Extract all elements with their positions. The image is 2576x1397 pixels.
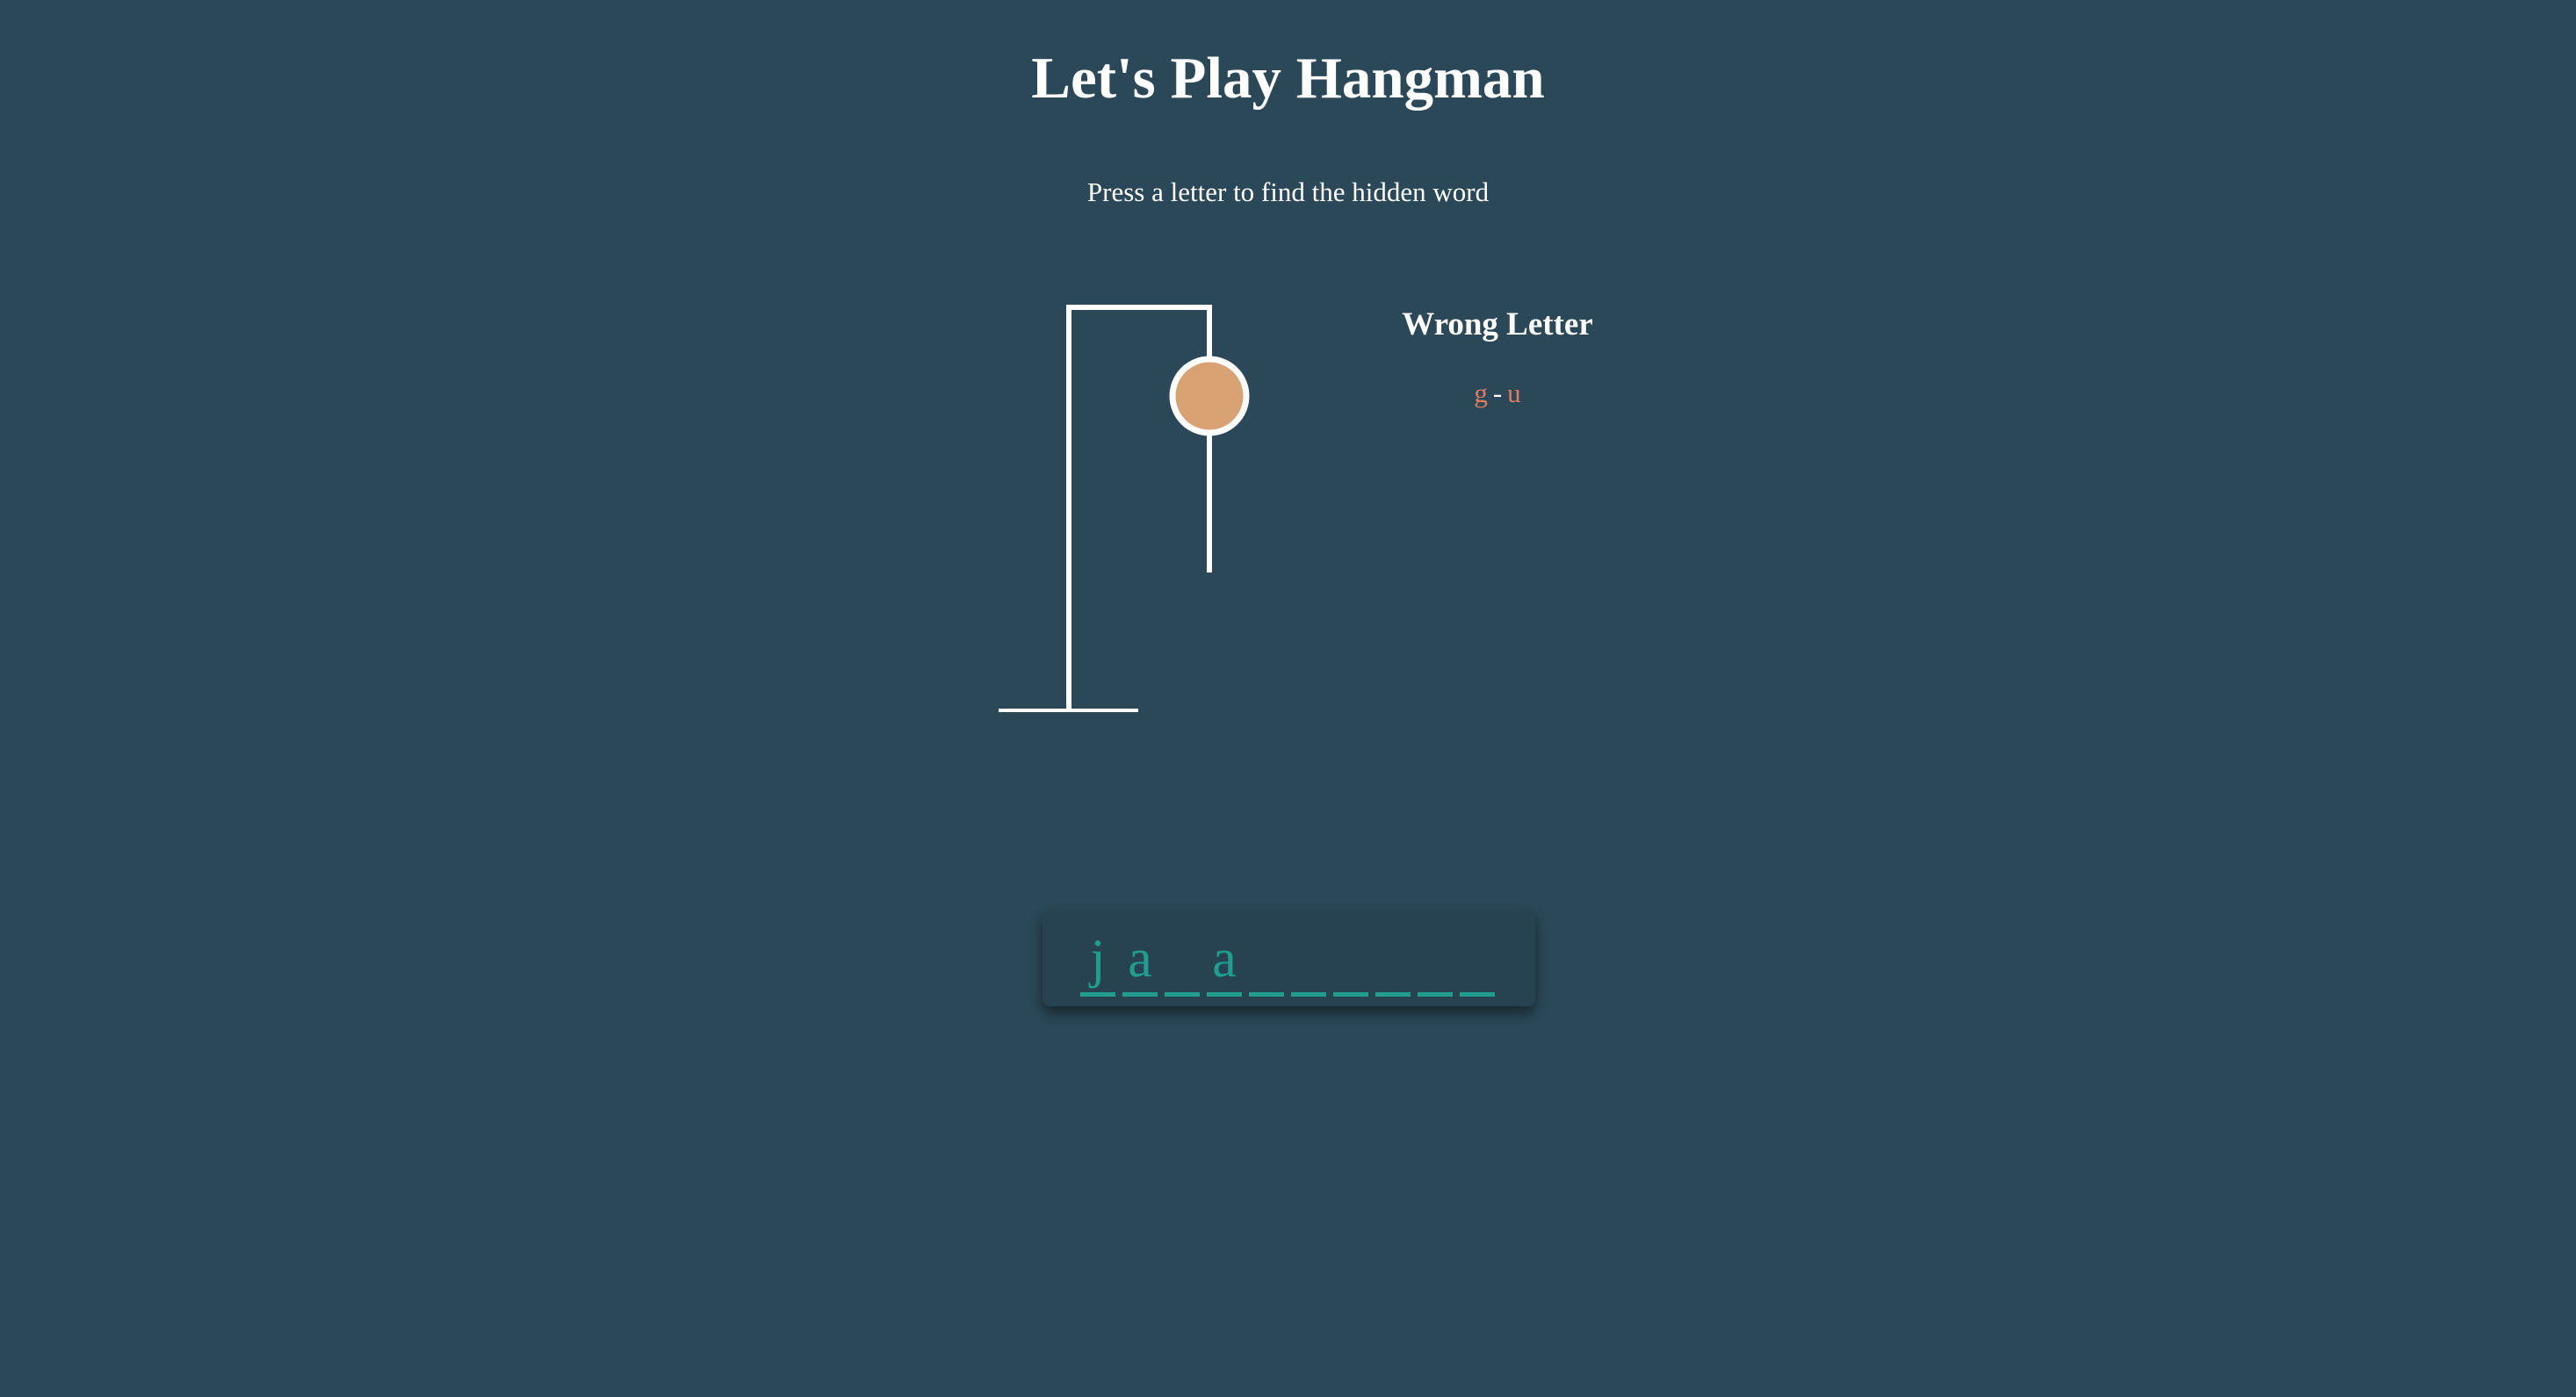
page-title: Let's Play Hangman — [1031, 46, 1545, 111]
wrong-letter: u — [1507, 378, 1521, 408]
hangman-figure — [999, 305, 1250, 712]
instructions: Press a letter to find the hidden word — [1086, 176, 1490, 207]
letter-slot: a — [1207, 929, 1242, 997]
letter-slot: j — [1080, 929, 1115, 997]
letter-slot — [1375, 929, 1411, 997]
hangman-head — [1169, 356, 1250, 436]
letter-slot — [1249, 929, 1284, 997]
letter-slot: a — [1122, 929, 1158, 997]
wrong-letter: g — [1474, 378, 1488, 408]
letter-slot — [1333, 929, 1368, 997]
wrong-letters-panel: Wrong Letter g-u — [1370, 299, 1625, 411]
wrong-letters-list: g-u — [1370, 376, 1625, 411]
letter-slot — [1165, 929, 1200, 997]
letter-slot — [1460, 929, 1495, 997]
hidden-word: j a a — [1043, 910, 1535, 1006]
wrong-letter-separator: - — [1492, 378, 1503, 408]
wrong-letters-title: Wrong Letter — [1402, 306, 1593, 342]
letter-slot — [1291, 929, 1326, 997]
letter-slot — [1418, 929, 1453, 997]
